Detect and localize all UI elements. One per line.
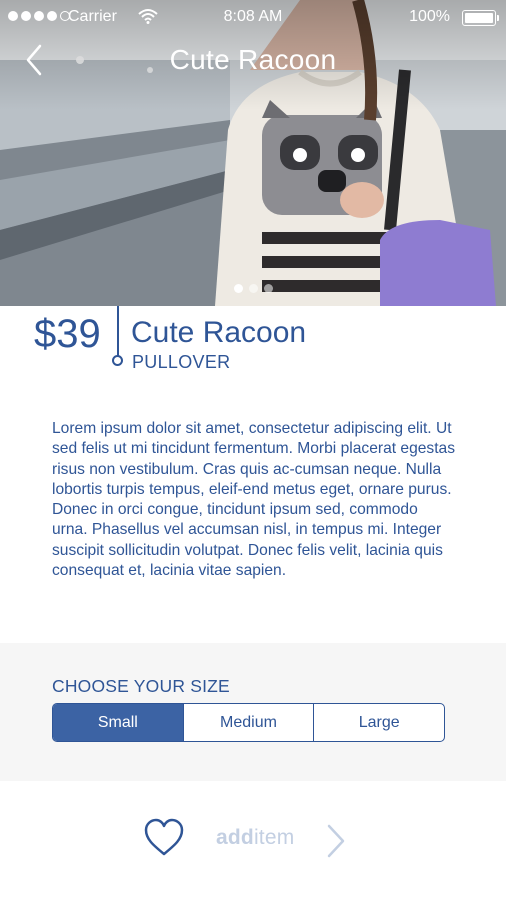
product-price: $39: [34, 312, 101, 356]
size-selector[interactable]: Small Medium Large: [52, 703, 445, 742]
pager-dot[interactable]: [248, 284, 258, 293]
nav-title: Cute Racoon: [169, 44, 337, 75]
price-divider: [117, 306, 119, 356]
add-item-label-light: item: [253, 826, 295, 849]
size-option-large[interactable]: Large: [313, 704, 444, 741]
gallery-pager[interactable]: [0, 284, 506, 293]
size-option-medium[interactable]: Medium: [182, 704, 314, 741]
pager-dot[interactable]: [263, 284, 273, 293]
battery-icon: [462, 10, 499, 26]
size-option-small[interactable]: Small: [53, 704, 183, 741]
product-description: Lorem ipsum dolor sit amet, consectetur …: [52, 420, 456, 580]
price-divider-dot: [112, 355, 123, 366]
status-bar: Carrier 8:08 AM 100%: [0, 0, 506, 36]
battery-percentage: 100%: [409, 8, 450, 25]
add-item-label-bold: add: [216, 826, 254, 849]
pager-dot[interactable]: [233, 284, 243, 293]
product-type: PULLOVER: [132, 352, 231, 372]
chevron-right-icon[interactable]: [325, 823, 347, 859]
add-item-button[interactable]: additem: [216, 826, 294, 850]
product-hero-image[interactable]: Carrier 8:08 AM 100% Cute Racoon: [0, 0, 506, 306]
heart-icon[interactable]: [143, 817, 185, 859]
product-name: Cute Racoon: [131, 316, 307, 349]
size-heading: CHOOSE YOUR SIZE: [52, 676, 230, 696]
